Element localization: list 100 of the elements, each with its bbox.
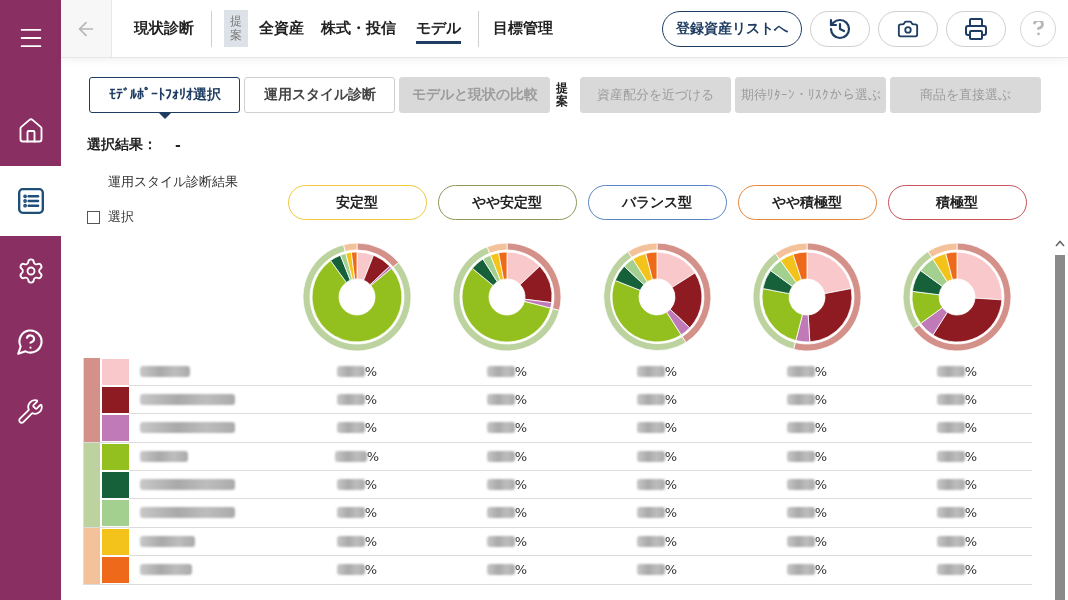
percent-text: %: [664, 364, 678, 379]
nav-tab[interactable]: モデル: [416, 0, 461, 57]
blurred-text: [636, 479, 665, 490]
percent-text: %: [664, 534, 678, 549]
percent-text: %: [964, 477, 978, 492]
blurred-text: [636, 366, 665, 377]
percent-text: %: [964, 364, 978, 379]
print-button[interactable]: [946, 10, 1006, 47]
blurred-text: [140, 564, 192, 575]
blurred-text: [336, 394, 365, 405]
nav-tab[interactable]: 現状診断: [134, 0, 194, 57]
blurred-text: [636, 451, 665, 462]
style-button[interactable]: やや積極型: [737, 185, 877, 220]
blurred-text: [936, 564, 965, 575]
printer-icon: [964, 16, 988, 41]
percent-text: %: [964, 420, 978, 435]
blurred-text: [936, 366, 965, 377]
percent-text: %: [814, 392, 828, 407]
checkbox-label: 選択: [108, 208, 134, 226]
percent-text: %: [964, 505, 978, 520]
percent-text: %: [664, 420, 678, 435]
percent-text: %: [514, 505, 528, 520]
percent-text: %: [514, 477, 528, 492]
blurred-text: [486, 394, 515, 405]
blurred-text: [786, 479, 815, 490]
nav-tab[interactable]: 株式・投信: [321, 0, 396, 57]
list-icon: [17, 188, 44, 214]
percent-text: %: [664, 562, 678, 577]
percent-text: %: [664, 477, 678, 492]
camera-button[interactable]: [878, 10, 938, 47]
blurred-text: [936, 507, 965, 518]
blurred-text: [786, 422, 815, 433]
scrollbar-thumb[interactable]: [1055, 255, 1065, 600]
blurred-text: [334, 451, 367, 462]
style-button[interactable]: やや安定型: [437, 185, 577, 220]
blurred-text: [786, 507, 815, 518]
percent-text: %: [814, 420, 828, 435]
percent-text: %: [964, 449, 978, 464]
step-tab[interactable]: 運用スタイル診断: [244, 77, 395, 113]
blurred-text: [486, 422, 515, 433]
blurred-text: [486, 451, 515, 462]
help-icon: [17, 327, 44, 355]
blurred-text: [336, 507, 365, 518]
percent-text: %: [814, 449, 828, 464]
style-button[interactable]: 積極型: [887, 185, 1027, 220]
blurred-text: [786, 564, 815, 575]
nav-tab[interactable]: 全資産: [259, 0, 304, 57]
pointer-icon: [158, 113, 171, 119]
sidebar-item[interactable]: [0, 166, 61, 236]
percent-text: %: [364, 505, 378, 520]
blurred-text: [936, 451, 965, 462]
percent-text: %: [814, 534, 828, 549]
blurred-text: [786, 366, 815, 377]
blurred-text: [636, 394, 665, 405]
percent-text: %: [964, 562, 978, 577]
proposal-tag: 提案: [556, 81, 568, 109]
asset-list-button[interactable]: 登録資産リストへ: [662, 10, 802, 47]
checkbox[interactable]: [87, 210, 100, 224]
nav-tab[interactable]: 目標管理: [493, 0, 553, 57]
blurred-text: [336, 422, 365, 433]
blurred-text: [486, 536, 515, 547]
blurred-text: [786, 451, 815, 462]
blurred-text: [636, 422, 665, 433]
blurred-text: [336, 479, 365, 490]
blurred-text: [486, 479, 515, 490]
blurred-text: [336, 564, 365, 575]
history-icon: [828, 16, 852, 41]
blurred-text: [636, 536, 665, 547]
blurred-text: [786, 394, 815, 405]
percent-text: %: [514, 420, 528, 435]
blurred-text: [336, 366, 365, 377]
history-button[interactable]: [810, 10, 870, 47]
blurred-text: [936, 394, 965, 405]
blurred-text: [786, 536, 815, 547]
percent-text: %: [664, 392, 678, 407]
percent-text: %: [364, 392, 378, 407]
proposal-tag: 提案: [224, 10, 248, 47]
percent-text: %: [364, 420, 378, 435]
percent-text: %: [664, 449, 678, 464]
style-button[interactable]: バランス型: [587, 185, 727, 220]
percent-text: %: [364, 562, 378, 577]
selection-result-value: -: [175, 137, 181, 153]
blurred-text: [636, 507, 665, 518]
scroll-up-icon[interactable]: [1055, 240, 1065, 247]
blurred-text: [486, 564, 515, 575]
blurred-text: [636, 564, 665, 575]
blurred-text: [140, 451, 188, 462]
percent-text: %: [964, 392, 978, 407]
blurred-text: [936, 536, 965, 547]
selection-result-label: 選択結果：: [87, 136, 157, 154]
question-icon: [1032, 21, 1044, 36]
style-button[interactable]: 安定型: [287, 185, 427, 220]
percent-text: %: [814, 505, 828, 520]
blurred-text: [486, 366, 515, 377]
percent-text: %: [514, 364, 528, 379]
blurred-text: [936, 479, 965, 490]
wrench-icon: [17, 397, 44, 425]
percent-text: %: [514, 562, 528, 577]
percent-text: %: [364, 364, 378, 379]
percent-text: %: [514, 534, 528, 549]
